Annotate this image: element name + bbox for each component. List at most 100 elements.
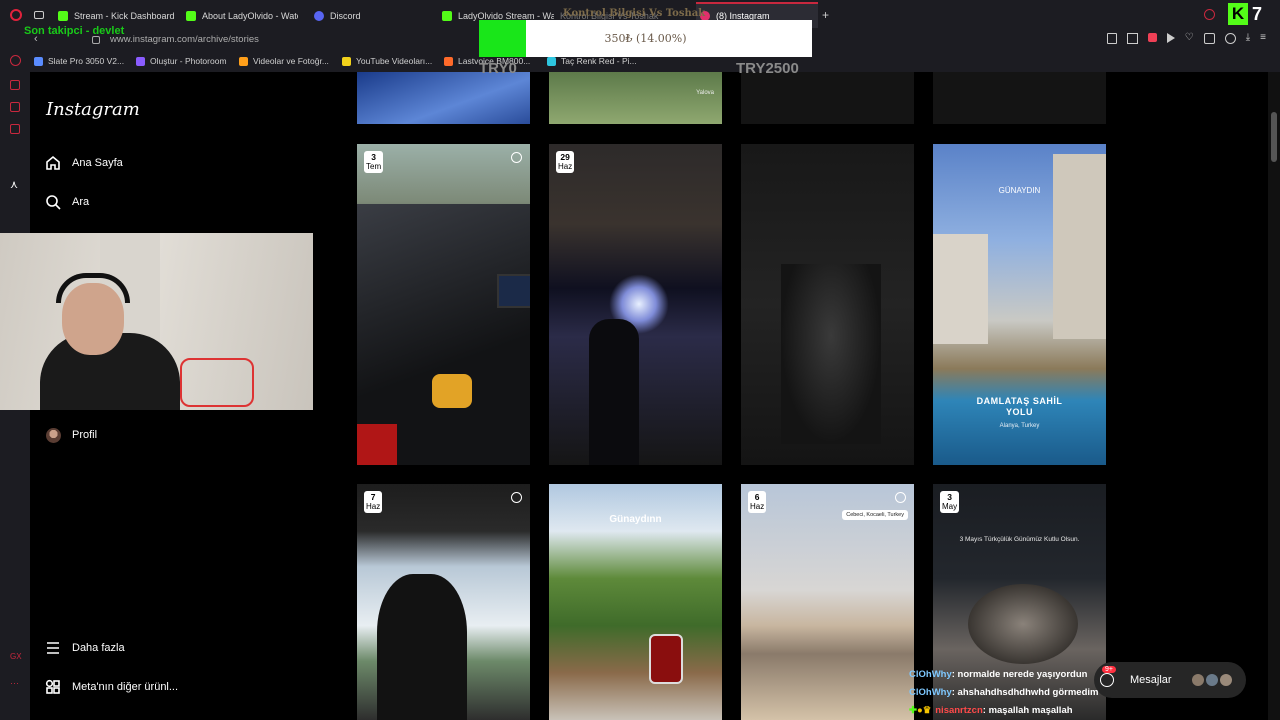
url-field[interactable]: www.instagram.com/archive/stories — [110, 34, 259, 45]
profile-icon[interactable] — [1224, 33, 1236, 44]
bookmark-icon — [239, 56, 248, 66]
scrollbar[interactable] — [1268, 72, 1280, 720]
gunaydin-sticker: Günaydınn — [609, 514, 662, 525]
nav-profile[interactable]: Profil — [44, 426, 97, 444]
highlight-icon — [511, 152, 522, 163]
date-day: 7 — [370, 492, 376, 502]
chat-username: nisanrtzcn — [935, 705, 983, 716]
avatar — [1205, 674, 1218, 686]
nav-home[interactable]: Ana Sayfa — [44, 154, 123, 172]
date-month: Haz — [750, 502, 765, 511]
story-tile[interactable] — [741, 72, 914, 124]
search-tabs-icon[interactable] — [1204, 9, 1215, 20]
nav-meta-products[interactable]: Meta'nın diğer ürünl... — [44, 678, 178, 696]
location-sticker: Yalova — [696, 90, 714, 96]
nav-search[interactable]: Ara — [44, 193, 89, 211]
workspace-icon[interactable] — [34, 11, 44, 19]
donation-goal-text: 350₺ (14.00%) — [604, 32, 687, 45]
location-sticker: Cebeci, Kocaeli, Turkey — [842, 510, 908, 520]
bookmark-photoroom[interactable]: Oluştur - Photoroom — [136, 56, 227, 66]
chat-message: ✚●♛ nisanrtzcn: maşallah maşallah — [909, 702, 1149, 720]
gx-icon[interactable]: GX — [10, 652, 22, 661]
more-icon[interactable]: ··· — [10, 678, 19, 688]
bookmark-label: Slate Pro 3050 V2... — [48, 56, 125, 66]
avatar — [1219, 674, 1232, 686]
nav-label: Ara — [72, 196, 90, 208]
bookmark-videolar[interactable]: Videolar ve Fotoğr... — [239, 56, 329, 66]
date-month: May — [942, 502, 958, 511]
goal-start-label: TRY0 — [479, 60, 517, 77]
story-tile[interactable] — [357, 72, 530, 124]
tab-label: Stream - Kick Dashboard — [74, 11, 175, 21]
home-icon — [44, 154, 62, 172]
story-tile[interactable]: GÜNAYDIN DAMLATAŞ SAHİL YOLU Alanya, Tur… — [933, 144, 1106, 465]
ticker-text: Kontrol Bilgisi Vs Toshak — [563, 8, 706, 19]
date-day: 6 — [754, 492, 760, 502]
menu-icon[interactable]: ≡ — [1260, 33, 1266, 44]
bookmark-youtube[interactable]: YouTube Videoları... — [342, 56, 432, 66]
story-tile[interactable]: Cebeci, Kocaeli, Turkey 6 Haz — [741, 484, 914, 720]
toolbar-icons: ♡ ⤓ ≡ — [1106, 33, 1266, 44]
tab-kick-dashboard[interactable]: Stream - Kick Dashboard — [58, 6, 178, 26]
chat-message: ClOhWhy: ahshahdhsdhdhwhd görmedim — [909, 684, 1149, 702]
date-month: Tem — [366, 162, 382, 171]
download-icon[interactable]: ⤓ — [1246, 33, 1250, 44]
bookmark-label: Videolar ve Fotoğr... — [253, 56, 329, 66]
messenger-icon[interactable] — [10, 102, 20, 112]
nav-label: Daha fazla — [72, 642, 125, 654]
badge-icon: ● — [916, 705, 923, 716]
highlight-icon — [511, 492, 522, 503]
pin-icon[interactable] — [1106, 33, 1117, 44]
heart-icon[interactable]: ♡ — [1185, 33, 1194, 44]
kick-icon: K — [1228, 3, 1248, 25]
story-tile[interactable]: Günaydınn — [549, 484, 722, 720]
snapshot-icon[interactable] — [1126, 33, 1138, 44]
date-day: 3 — [947, 492, 952, 502]
chat-text: : maşallah maşallah — [982, 705, 1073, 716]
tab-label: Discord — [330, 11, 361, 21]
story-tile[interactable]: 29 Haz — [549, 144, 722, 465]
story-tile[interactable]: 3 Tem — [357, 144, 530, 465]
kick-sidebar-icon[interactable]: ⋏ — [10, 178, 18, 191]
scrollbar-thumb[interactable] — [1271, 112, 1277, 162]
nav-more[interactable]: Daha fazla — [44, 639, 125, 657]
photoroom-icon — [136, 56, 145, 66]
date-badge: 3 May — [940, 491, 960, 513]
story-tile[interactable] — [741, 144, 914, 465]
mail-icon[interactable] — [10, 124, 20, 134]
bookmark-label: YouTube Videoları... — [356, 56, 433, 66]
kick-icon — [442, 11, 452, 21]
tab-about-ladyolvido[interactable]: About LadyOlvido - Watc — [186, 6, 298, 26]
opera-logo-icon[interactable] — [10, 9, 22, 21]
story-tile[interactable]: Yalova — [549, 72, 722, 124]
location-title: DAMLATAŞ SAHİL YOLU — [976, 396, 1063, 417]
pocket-icon[interactable] — [1147, 33, 1157, 42]
discord-icon — [314, 11, 324, 21]
new-tab-button[interactable]: + — [822, 8, 829, 22]
apps-icon — [44, 678, 62, 696]
lock-icon — [92, 36, 100, 44]
chat-username: ClOhWhy — [909, 687, 952, 698]
gunaydin-sticker: GÜNAYDIN — [998, 186, 1041, 195]
chat-text: : normalde nerede yaşıyordun — [951, 669, 1088, 680]
story-tile[interactable]: 7 Haz — [357, 484, 530, 720]
bookmark-tac-renk[interactable]: Taç Renk Red - Pi... — [547, 56, 637, 66]
date-badge: 7 Haz — [364, 491, 383, 513]
goal-end-label: TRY2500 — [736, 60, 799, 77]
donation-goal-bar: 350₺ (14.00%) — [479, 20, 812, 57]
bookmark-icon — [547, 56, 556, 66]
story-tile[interactable] — [933, 72, 1106, 124]
refresh-icon[interactable] — [10, 55, 21, 66]
highlight-icon — [895, 492, 906, 503]
instagram-logo[interactable]: Instagram — [46, 99, 140, 120]
bookmark-label: Taç Renk Red - Pi... — [561, 56, 637, 66]
tab-label: About LadyOlvido - Watc — [202, 11, 298, 21]
aria-icon[interactable] — [10, 80, 20, 90]
tab-discord[interactable]: Discord — [314, 6, 414, 26]
bookmark-slate[interactable]: Slate Pro 3050 V2... — [34, 56, 124, 66]
kick-count: 7 — [1252, 3, 1263, 24]
play-icon[interactable] — [1166, 33, 1175, 43]
date-day: 3 — [371, 152, 376, 162]
extensions-icon[interactable] — [1203, 33, 1215, 44]
bookmark-icon — [34, 56, 43, 66]
